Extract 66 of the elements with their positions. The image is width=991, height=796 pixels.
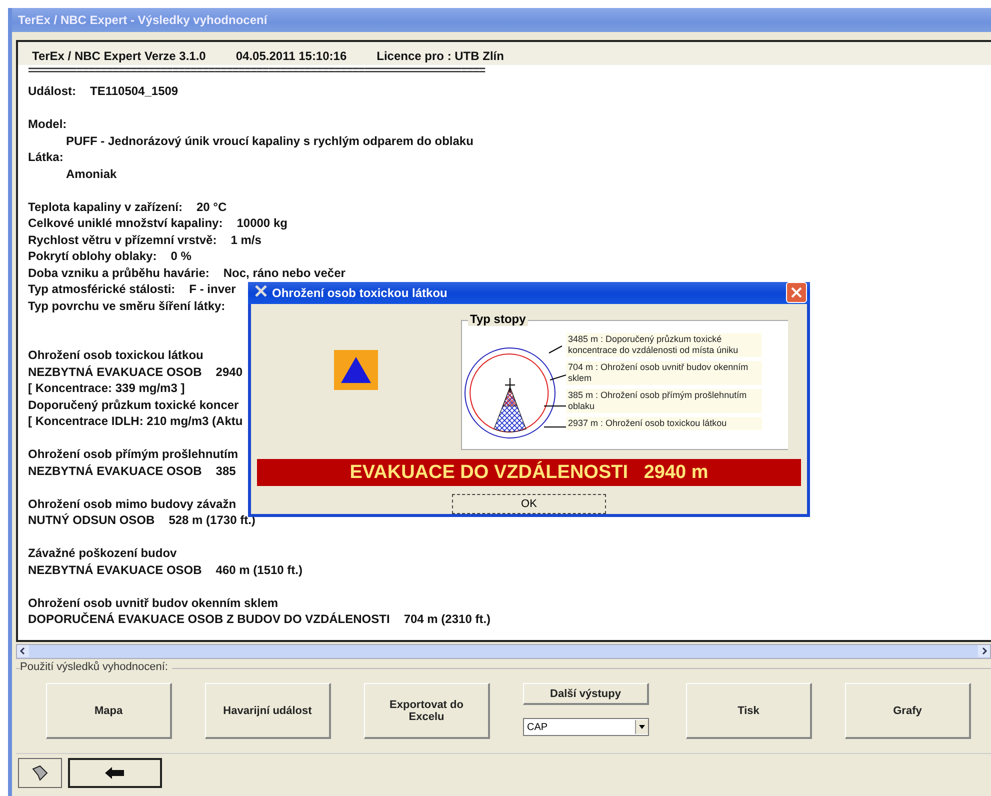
report-text: F - inver — [189, 281, 236, 298]
group-label: Typ stopy — [468, 312, 528, 326]
report-text: 385 — [216, 462, 236, 479]
report-text: Doporučený průzkum toxické koncer — [28, 396, 239, 413]
report-text: Typ atmosférické stálosti: — [28, 281, 176, 298]
legend-label: 704 m : Ohrožení osob uvnitř budov okenním sklem — [566, 360, 762, 385]
legend-label: 2937 m : Ohrožení osob toxickou látkou — [566, 416, 762, 430]
report-text: [ Koncentrace IDLH: 210 mg/m3 (Aktu — [28, 413, 243, 430]
report-text: PUFF - Jednorázový únik vroucí kapaliny s rychlým odparem do oblaku — [66, 132, 474, 149]
output-dropdown[interactable]: CAP — [523, 718, 649, 736]
close-button[interactable] — [786, 282, 807, 304]
dialog-title: Ohrožení osob toxickou látkou — [272, 286, 448, 300]
back-button[interactable] — [68, 758, 162, 788]
report-text: Rychlost větru v přízemní vrstvě: — [28, 232, 217, 248]
report-text: Událost: — [28, 83, 76, 100]
report-header-text: Licence pro : UTB Zlín — [376, 49, 504, 63]
report-text: NEZBYTNÁ EVAKUACE OSOB — [28, 462, 202, 479]
report-text: 20 °C — [196, 198, 227, 215]
report-header-text: TerEx / NBC Expert Verze 3.1.0 — [32, 49, 206, 63]
report-text: 2940 — [216, 364, 242, 380]
report-text: Látka: — [28, 149, 64, 166]
window-title: TerEx / NBC Expert - Výsledky vyhodnocení — [12, 8, 991, 32]
report-text: Amoniak — [66, 166, 117, 182]
action-button[interactable]: Grafy — [845, 683, 971, 739]
close-icon — [791, 287, 802, 298]
legend-label: 385 m : Ohrožení osob přímým prošlehnutím oblaku — [566, 388, 762, 413]
horizontal-scrollbar[interactable] — [16, 644, 991, 659]
report-text: NEZBYTNÁ EVAKUACE OSOB — [28, 562, 202, 578]
ok-button[interactable]: OK — [452, 494, 606, 514]
report-text: Noc, ráno nebo večer — [223, 264, 346, 281]
report-text: Doba vzniku a průběhu havárie: — [28, 264, 210, 281]
report-text: Model: — [28, 116, 67, 132]
action-button[interactable]: Tisk — [686, 683, 812, 739]
report-text: Pokrytí oblohy oblaky: — [28, 248, 157, 264]
evacuation-banner: EVAKUACE DO VZDÁLENOSTI 2940 m — [257, 459, 801, 486]
report-text: Ohrožení osob mimo budovy závažn — [28, 496, 236, 512]
report-text: 460 m (1510 ft.) — [216, 562, 303, 578]
report-text: Závažné poškození budov — [28, 545, 177, 562]
output-button[interactable]: Další výstupy — [523, 683, 649, 705]
report-text: TE110504_1509 — [90, 83, 178, 100]
report-text: 10000 kg — [236, 215, 288, 232]
action-button[interactable]: Havarijní událost — [205, 683, 331, 739]
report-text: Celkové uniklé množství kapaliny: — [28, 215, 223, 232]
action-button[interactable]: Mapa — [46, 683, 172, 739]
report-text: Typ povrchu ve směru šíření látky: — [28, 298, 226, 314]
back-arrow-icon — [104, 766, 126, 780]
group-label: Použití výsledků vyhodnocení: — [20, 661, 172, 673]
scroll-left-icon[interactable] — [17, 645, 29, 657]
report-text: NEZBYTNÁ EVAKUACE OSOB — [28, 364, 202, 380]
scroll-right-icon[interactable] — [978, 645, 990, 657]
report-text: ============================================================================ — [28, 65, 485, 79]
report-text: NUTNÝ ODSUN OSOB — [28, 512, 155, 528]
action-button[interactable]: Exportovat do Excelu — [364, 683, 490, 739]
report-text: Teplota kapaliny v zařízení: — [28, 198, 182, 215]
legend-label: 3485 m : Doporučený průzkum toxické koncentrace do vzdálenosti od místa úniku — [566, 332, 762, 357]
report-text: DOPORUČENÁ EVAKUACE OSOB Z BUDOV DO VZDÁLENOSTI — [28, 611, 390, 628]
report-text: Ohrožení osob toxickou látkou — [28, 347, 204, 364]
cursor-button[interactable] — [18, 758, 62, 788]
report-text: [ Koncentrace: 339 mg/m3 ] — [28, 380, 185, 396]
report-header-text: 04.05.2011 15:10:16 — [236, 49, 347, 63]
report-text: 704 m (2310 ft.) — [404, 611, 491, 628]
report-text: Ohrožení osob uvnitř budov okenním sklem — [28, 594, 278, 611]
report-text: 0 % — [170, 248, 192, 264]
civil-defence-icon — [334, 350, 378, 390]
report-text: 1 m/s — [230, 232, 262, 248]
report-text: Ohrožení osob přímým prošlehnutím — [28, 446, 238, 462]
